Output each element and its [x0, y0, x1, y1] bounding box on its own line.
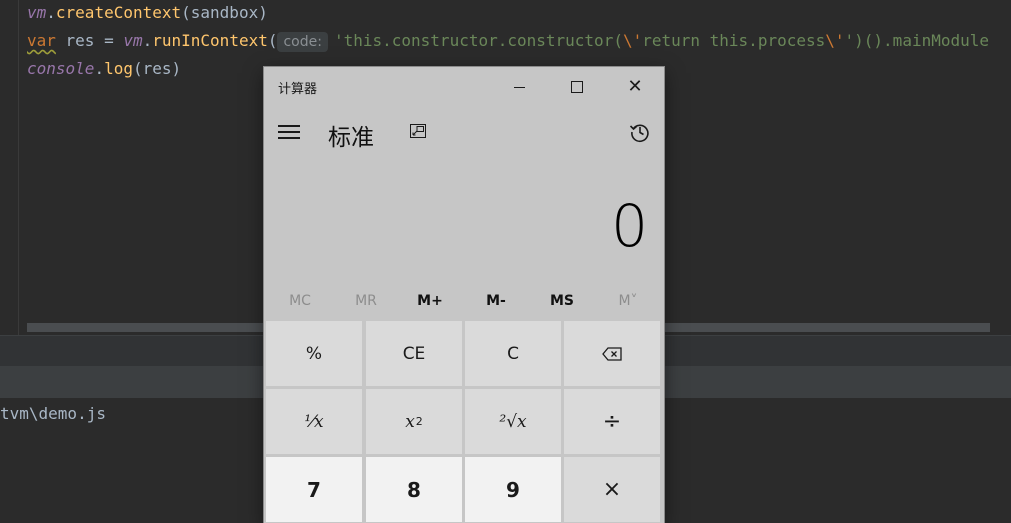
token-method: createContext	[55, 3, 182, 22]
token-string: ')().mainModule	[844, 31, 990, 50]
token-dot: .	[142, 31, 153, 50]
square-root-button[interactable]: ²√x	[465, 389, 561, 454]
token-method: runInContext	[152, 31, 268, 50]
digit-9-button[interactable]: 9	[465, 457, 561, 522]
token-assign: res =	[55, 31, 124, 50]
token-vm: vm	[123, 31, 143, 50]
digit-7-button[interactable]: 7	[266, 457, 362, 522]
parameter-hint: code:	[277, 32, 328, 52]
token-paren: (	[267, 31, 278, 50]
memory-recall-button[interactable]: MR	[333, 287, 399, 315]
close-icon: ✕	[627, 76, 643, 97]
hamburger-menu-icon[interactable]	[278, 125, 300, 139]
memory-list-button[interactable]: M˅	[595, 287, 661, 315]
reciprocal-label: ⅟x	[304, 411, 324, 432]
square-exponent-label: 2	[415, 415, 423, 428]
console-path-text: tvm\demo.js	[0, 404, 106, 423]
token-escape: \'	[825, 31, 845, 50]
multiply-button[interactable]: ×	[564, 457, 660, 522]
calculator-window: 计算器 ✕ 标准 0 MC MR M+ M- MS M˅ % CE C ⅟x x…	[264, 67, 664, 523]
backspace-button[interactable]	[564, 321, 660, 386]
token-dot: .	[94, 59, 105, 78]
token-string: return this.process	[642, 31, 826, 50]
code-line-3[interactable]: console.log(res)	[27, 57, 181, 81]
backspace-icon	[602, 346, 622, 361]
window-title: 计算器	[278, 82, 318, 97]
clear-entry-button[interactable]: CE	[366, 321, 462, 386]
square-button[interactable]: x2	[366, 389, 462, 454]
memory-clear-button[interactable]: MC	[267, 287, 333, 315]
result-display: 0	[611, 192, 648, 260]
token-dot: .	[46, 3, 56, 22]
token-var: var	[27, 31, 56, 50]
clear-button[interactable]: C	[465, 321, 561, 386]
memory-store-button[interactable]: MS	[529, 287, 595, 315]
minimize-button[interactable]	[490, 67, 548, 107]
token-method: log	[104, 59, 133, 78]
gutter-divider	[18, 0, 19, 335]
memory-row: MC MR M+ M- MS M˅	[264, 287, 664, 315]
digit-8-button[interactable]: 8	[366, 457, 462, 522]
maximize-icon	[571, 81, 583, 93]
minimize-icon	[513, 86, 525, 88]
history-icon[interactable]	[629, 121, 651, 143]
memory-add-button[interactable]: M+	[397, 287, 463, 315]
token-args: (sandbox)	[181, 3, 268, 22]
keep-on-top-icon[interactable]	[410, 124, 426, 138]
square-base-label: x	[405, 411, 415, 432]
square-root-label: ²√x	[499, 411, 527, 432]
divide-button[interactable]: ÷	[564, 389, 660, 454]
code-line-2[interactable]: var res = vm.runInContext(code: 'this.con…	[27, 29, 989, 53]
memory-subtract-button[interactable]: M-	[463, 287, 529, 315]
token-console: console	[27, 59, 95, 78]
token-string: 'this.constructor.constructor(	[333, 31, 623, 50]
token-escape: \'	[622, 31, 643, 50]
reciprocal-button[interactable]: ⅟x	[266, 389, 362, 454]
mode-title: 标准	[328, 125, 374, 151]
title-bar[interactable]: 计算器 ✕	[264, 67, 664, 107]
maximize-button[interactable]	[548, 67, 606, 107]
percent-button[interactable]: %	[266, 321, 362, 386]
code-line-1[interactable]: vm.createContext(sandbox)	[27, 1, 268, 25]
close-button[interactable]: ✕	[606, 67, 664, 107]
token-vm: vm	[27, 3, 47, 22]
token-args: (res)	[132, 59, 182, 78]
